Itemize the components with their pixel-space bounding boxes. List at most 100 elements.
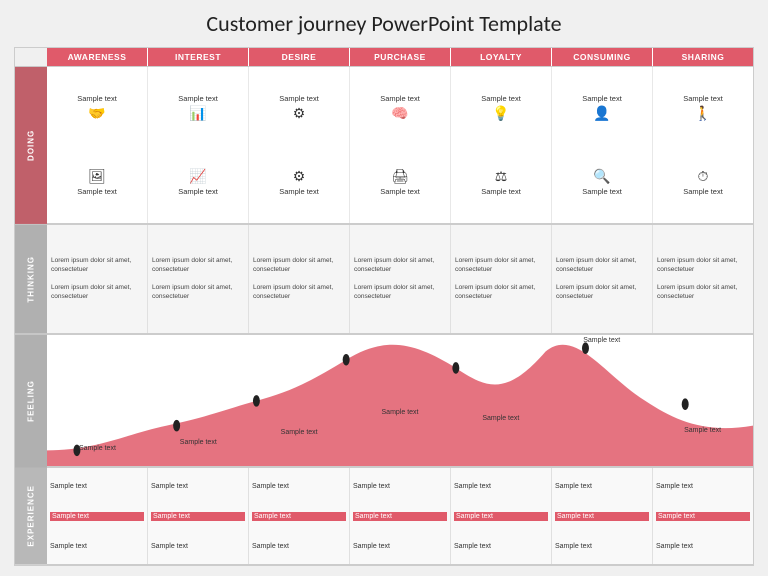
doing-bot-group-1: 📈 Sample text [178,168,218,196]
exp-cell-6: Sample text Sample text Sample text [653,468,753,564]
lorem-0b: Lorem ipsum dolor sit amet, consectetuer [51,283,143,301]
feeling-text-0: Sample text [47,335,148,467]
doing-top-icon-6: 🚶 [694,105,711,122]
col-header-1: INTEREST [148,48,249,66]
doing-bot-icon-4: ⚖ [495,168,508,185]
doing-top-text-4: Sample text [481,94,521,103]
doing-top-text-6: Sample text [683,94,723,103]
feeling-text-5: Sample text [551,335,652,467]
doing-bot-text-3: Sample text [380,187,420,196]
doing-bot-icon-5: 🔍 [593,168,610,185]
doing-top-group-1: Sample text 📊 [178,94,218,122]
exp-text-4-0: Sample text [454,483,548,490]
exp-text-2-0: Sample text [252,483,346,490]
col-header-2: DESIRE [249,48,350,66]
exp-cell-5: Sample text Sample text Sample text [552,468,653,564]
doing-top-icon-0: 🤝 [88,105,105,122]
header-label-spacer [15,48,47,66]
doing-label: DOING [15,67,47,224]
exp-text-5-0: Sample text [555,483,649,490]
doing-bot-text-0: Sample text [77,187,117,196]
doing-top-text-3: Sample text [380,94,420,103]
doing-top-text-0: Sample text [77,94,117,103]
thinking-cell-3: Lorem ipsum dolor sit amet, consectetuer… [350,225,451,333]
thinking-content: Lorem ipsum dolor sit amet, consectetuer… [47,225,753,334]
journey-table: AWARENESS INTEREST DESIRE PURCHASE LOYAL… [14,47,754,566]
doing-top-group-0: Sample text 🤝 [77,94,117,122]
doing-top-icon-5: 👤 [593,105,610,122]
thinking-section-row: THINKING Lorem ipsum dolor sit amet, con… [14,224,754,334]
col-header-3: PURCHASE [350,48,451,66]
exp-text-4-2: Sample text [454,543,548,550]
page-title: Customer journey PowerPoint Template [206,10,561,37]
lorem-6b: Lorem ipsum dolor sit amet, consectetuer [657,283,749,301]
doing-bot-icon-0: 🖼 [88,168,106,185]
feeling-text-2: Sample text [249,335,350,467]
feeling-label: FEELING [15,335,47,468]
doing-bot-icon-3: 🖨 [391,168,409,185]
lorem-5b: Lorem ipsum dolor sit amet, consectetuer [556,283,648,301]
doing-bot-icon-2: ⚙ [293,168,306,185]
feeling-section-row: FEELING Sample text Sample te [14,334,754,468]
doing-top-group-5: Sample text 👤 [582,94,622,122]
exp-text-2-1: Sample text [252,512,346,521]
thinking-cell-0: Lorem ipsum dolor sit amet, consectetuer… [47,225,148,333]
doing-bot-group-5: 🔍 Sample text [582,168,622,196]
exp-text-3-2: Sample text [353,543,447,550]
exp-text-5-2: Sample text [555,543,649,550]
exp-text-2-2: Sample text [252,543,346,550]
exp-cell-1: Sample text Sample text Sample text [148,468,249,564]
exp-text-6-1: Sample text [656,512,750,521]
feeling-text-6: Sample text [652,335,753,467]
exp-cell-0: Sample text Sample text Sample text [47,468,148,564]
doing-bot-group-4: ⚖ Sample text [481,168,521,196]
lorem-3: Lorem ipsum dolor sit amet, consectetuer [354,256,446,274]
doing-bot-text-2: Sample text [279,187,319,196]
exp-text-1-0: Sample text [151,483,245,490]
doing-top-icon-1: 📊 [189,105,206,122]
exp-text-6-0: Sample text [656,483,750,490]
experience-label: EXPERIENCE [15,468,47,565]
exp-cell-3: Sample text Sample text Sample text [350,468,451,564]
exp-text-6-2: Sample text [656,543,750,550]
doing-top-group-2: Sample text ⚙ [279,94,319,122]
feeling-text-3: Sample text [350,335,451,467]
doing-cell-1: Sample text 📊 📈 Sample text [148,67,249,223]
experience-section-row: EXPERIENCE Sample text Sample text Sampl… [14,467,754,566]
lorem-0: Lorem ipsum dolor sit amet, consectetuer [51,256,143,274]
doing-content: Sample text 🤝 🖼 Sample text Sample text … [47,67,753,224]
thinking-label: THINKING [15,225,47,334]
doing-section-row: DOING Sample text 🤝 🖼 Sample text Sample… [14,66,754,224]
lorem-3b: Lorem ipsum dolor sit amet, consectetuer [354,283,446,301]
lorem-1b: Lorem ipsum dolor sit amet, consectetuer [152,283,244,301]
doing-top-text-5: Sample text [582,94,622,103]
doing-top-icon-2: ⚙ [293,105,306,122]
exp-text-0-2: Sample text [50,543,144,550]
exp-text-3-0: Sample text [353,483,447,490]
feeling-text-4: Sample text [450,335,551,467]
doing-bot-icon-1: 📈 [189,168,206,185]
feeling-text-1: Sample text [148,335,249,467]
doing-cell-2: Sample text ⚙ ⚙ Sample text [249,67,350,223]
doing-bot-group-6: ⏱ Sample text [683,168,723,196]
doing-top-text-1: Sample text [178,94,218,103]
exp-text-1-2: Sample text [151,543,245,550]
doing-cell-5: Sample text 👤 🔍 Sample text [552,67,653,223]
doing-bot-text-6: Sample text [683,187,723,196]
page: Customer journey PowerPoint Template AWA… [0,0,768,576]
doing-cell-4: Sample text 💡 ⚖ Sample text [451,67,552,223]
doing-top-icon-4: 💡 [492,105,509,122]
thinking-cell-2: Lorem ipsum dolor sit amet, consectetuer… [249,225,350,333]
col-header-6: SHARING [653,48,753,66]
exp-text-5-1: Sample text [555,512,649,521]
lorem-2: Lorem ipsum dolor sit amet, consectetuer [253,256,345,274]
feeling-content: Sample text Sample text Sample text Samp… [47,335,753,468]
thinking-cell-5: Lorem ipsum dolor sit amet, consectetuer… [552,225,653,333]
doing-bot-group-2: ⚙ Sample text [279,168,319,196]
col-header-4: LOYALTY [451,48,552,66]
doing-bot-icon-6: ⏱ [698,168,709,185]
exp-text-0-1: Sample text [50,512,144,521]
exp-cell-2: Sample text Sample text Sample text [249,468,350,564]
doing-bot-text-4: Sample text [481,187,521,196]
lorem-4b: Lorem ipsum dolor sit amet, consectetuer [455,283,547,301]
